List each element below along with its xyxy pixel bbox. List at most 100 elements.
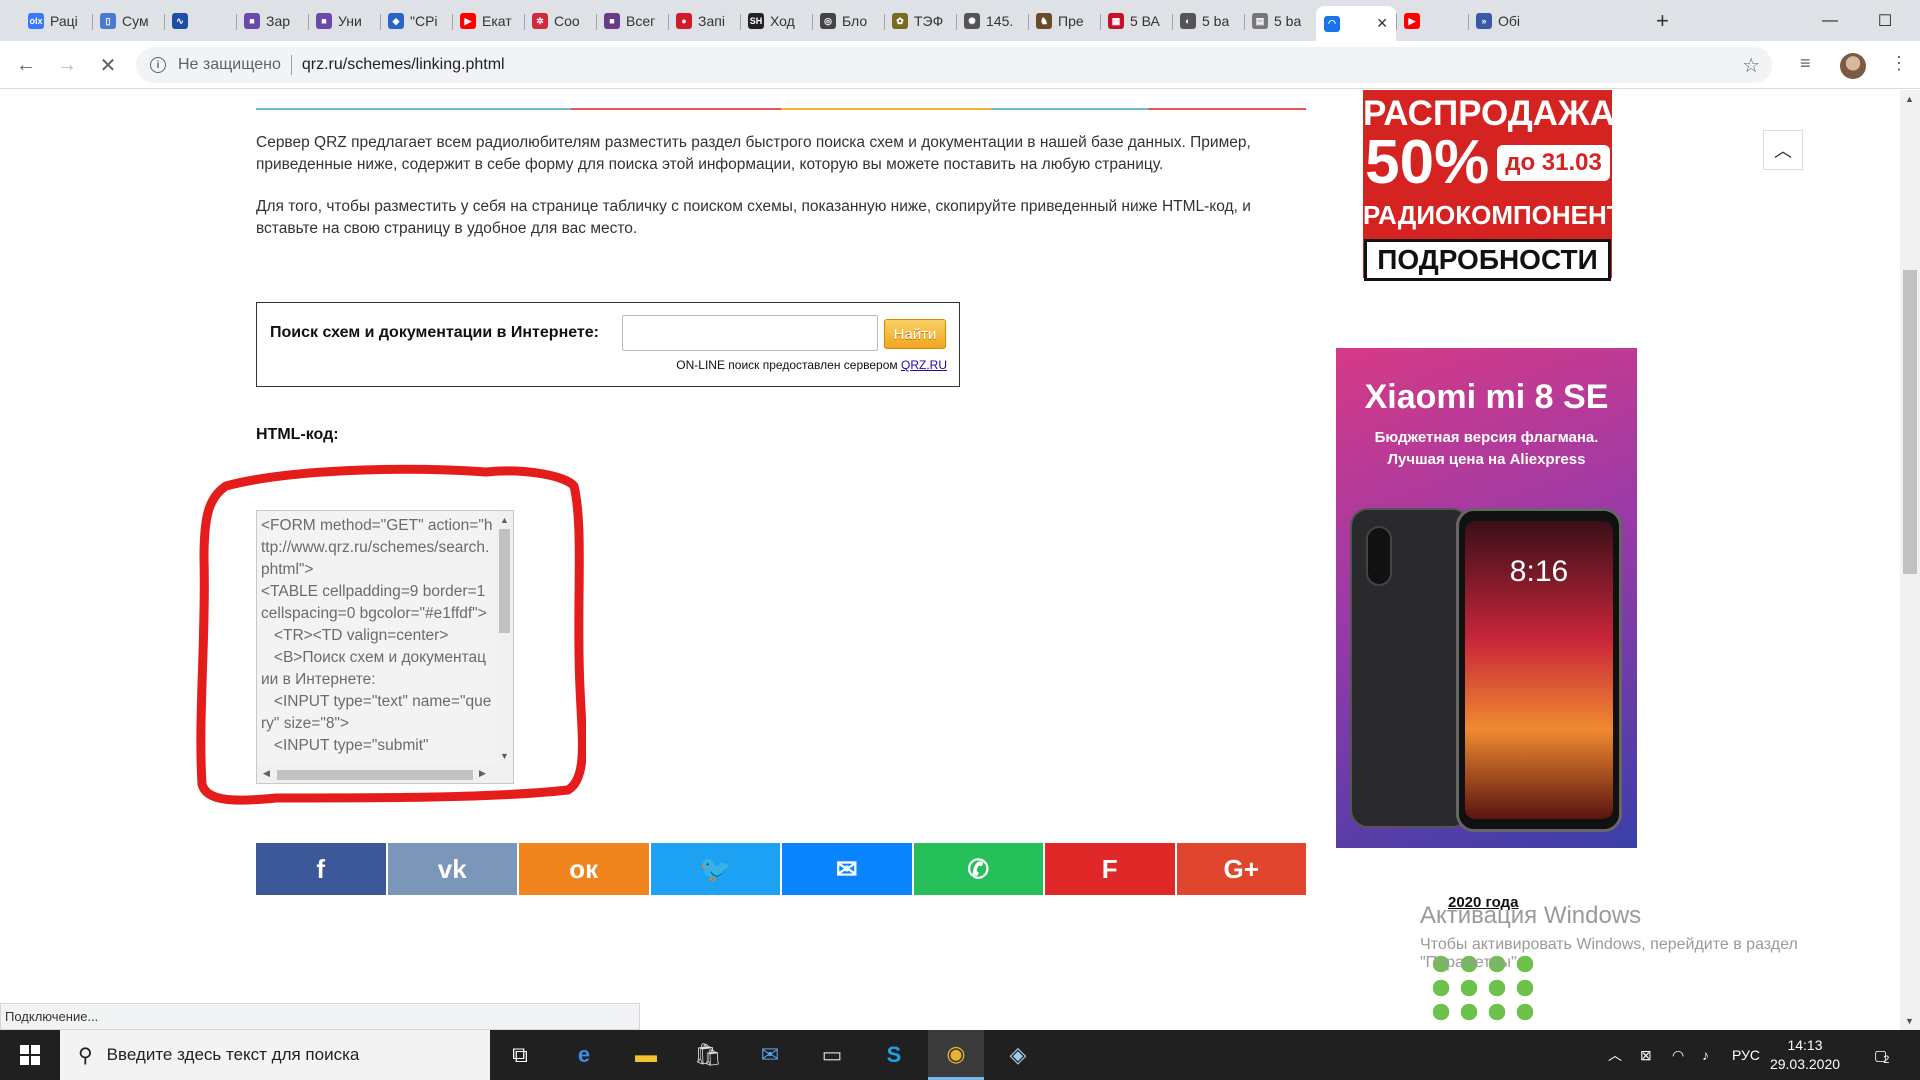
xiaomi-phone-ad[interactable]: Xiaomi mi 8 SE Бюджетная версия флагмана… [1336,348,1637,848]
odnoklassniki-icon: ок [569,853,599,884]
browser-tab[interactable]: ◐ 5 ba [1172,6,1244,36]
scroll-to-top-button[interactable]: ︿ [1763,130,1803,170]
plant-icon [1514,978,1536,998]
share-whatsapp-button[interactable]: ✆ [913,843,1043,895]
maximize-button[interactable]: ☐ [1855,0,1915,41]
terminal-icon[interactable]: ▭ [804,1030,860,1080]
search-widget-label: Поиск схем и документации в Интернете: [270,324,599,341]
store-icon[interactable]: 🛍 [680,1030,736,1080]
html-code-content: <FORM method="GET" action="http://www.qr… [261,517,493,754]
sale-category: РАДИОКОМПОНЕНТЫ [1363,200,1649,230]
plant-icon [1430,1002,1452,1022]
address-bar[interactable]: i Не защищено qrz.ru/schemes/linking.pht… [136,47,1772,83]
share-vk-button[interactable]: vk [387,843,517,895]
profile-avatar[interactable] [1840,53,1866,79]
browser-tab[interactable]: ▤ 5 ba [1244,6,1316,36]
browser-tab[interactable]: ◆ "СРі [380,6,452,36]
browser-tab[interactable]: ■ Всег [596,6,668,36]
browser-tab[interactable]: ∿ [164,6,236,36]
browser-tab[interactable]: ◠ ✕ [1316,6,1396,41]
browser-status-bar: Подключение... [0,1003,640,1030]
media-control-icon[interactable]: ≡ [1800,53,1811,74]
code-vertical-scrollbar[interactable]: ▲ ▼ [496,511,513,767]
taskbar-search-box[interactable]: ⚲ Введите здесь текст для поиска [60,1030,490,1080]
volume-icon[interactable]: ♪ [1702,1030,1709,1080]
share-flipboard-button[interactable]: F [1045,843,1175,895]
browser-tab[interactable]: ● Запі [668,6,740,36]
tab-title: Зар [266,13,291,29]
browser-tab[interactable]: ♞ Пре [1028,6,1100,36]
notification-center-icon[interactable]: ▢ 2 [1874,1030,1889,1080]
browser-tab[interactable]: olx Рацi [20,6,92,36]
close-tab-icon[interactable]: ✕ [1376,15,1388,32]
tab-title: ТЭФ [914,13,944,29]
share-facebook-button[interactable]: f [256,843,386,895]
browser-tab[interactable]: SH Ход [740,6,812,36]
scroll-up-arrow-icon[interactable]: ▲ [500,515,509,525]
edge-icon[interactable]: e [556,1030,612,1080]
app-icon[interactable]: ◈ [990,1030,1046,1080]
scroll-right-arrow-icon[interactable]: ▶ [479,768,486,779]
wifi-icon[interactable]: ◠ [1672,1030,1684,1080]
back-button[interactable]: ← [14,53,38,77]
browser-tab[interactable]: ◎ Бло [812,6,884,36]
page-scrollbar[interactable]: ▲ ▼ [1900,90,1920,1030]
code-vertical-thumb[interactable] [499,529,510,633]
twitter-icon: 🐦 [699,853,732,884]
browser-tab[interactable]: ▦ 5 ВА [1100,6,1172,36]
watermark-title: Активация Windows [1420,902,1642,929]
minimize-button[interactable]: — [1800,0,1860,41]
menu-icon[interactable]: ⋮ [1890,53,1908,74]
browser-tab[interactable]: » Обі [1468,6,1540,36]
share-odnoklassniki-button[interactable]: ок [519,843,649,895]
chrome-icon[interactable]: ◉ [928,1030,984,1080]
pulse-icon: ∿ [172,13,188,29]
header-rule [256,108,1306,110]
new-tab-button[interactable]: + [1656,8,1669,34]
browser-tab[interactable]: ■ Уни [308,6,380,36]
browser-tab[interactable]: ▶ [1396,6,1468,36]
page-scroll-thumb[interactable] [1903,270,1917,574]
bag-icon: ▯ [100,13,116,29]
square-icon: ■ [604,13,620,29]
code-horizontal-thumb[interactable] [277,770,473,780]
browser-tab[interactable]: ▯ Сум [92,6,164,36]
share-messenger-button[interactable]: ✉ [782,843,912,895]
qrz-link[interactable]: QRZ.RU [901,358,947,372]
show-hidden-icons[interactable]: ︿ [1608,1030,1622,1080]
code-horizontal-scrollbar[interactable]: ◀ ▶ [257,766,513,783]
url-text[interactable]: qrz.ru/schemes/linking.phtml [302,56,505,74]
stop-loading-button[interactable]: ✕ [96,53,120,77]
share-twitter-button[interactable]: 🐦 [650,843,780,895]
schematic-search-input[interactable] [622,315,878,351]
opera-icon: ● [676,13,692,29]
sale-details-button[interactable]: ПОДРОБНОСТИ [1364,239,1611,281]
browser-tab[interactable]: ✲ Соо [524,6,596,36]
browser-tab[interactable]: ✺ 145. [956,6,1028,36]
share-google-plus-button[interactable]: G+ [1176,843,1306,895]
skype-icon[interactable]: S [866,1030,922,1080]
scroll-down-arrow-icon[interactable]: ▼ [500,751,509,761]
forward-button[interactable]: → [55,53,79,77]
browser-tab[interactable]: ■ Зар [236,6,308,36]
language-indicator[interactable]: РУС [1732,1030,1760,1080]
info-icon[interactable]: i [150,57,166,73]
file-explorer-icon[interactable]: ▬ [618,1030,674,1080]
sale-banner-ad[interactable]: РАСПРОДАЖА 50% до 31.03 РАДИОКОМПОНЕНТЫ … [1363,90,1649,281]
html-code-textarea[interactable]: <FORM method="GET" action="http://www.qr… [256,510,514,784]
page-scroll-down-icon[interactable]: ▼ [1905,1016,1914,1026]
phone-ad-subtitle-line1: Бюджетная версия флагмана. [1374,429,1599,446]
mail-icon[interactable]: ✉ [742,1030,798,1080]
page-scroll-up-icon[interactable]: ▲ [1905,94,1914,104]
start-button[interactable] [0,1030,60,1080]
sh-icon: SH [748,13,764,29]
browser-tab[interactable]: ▶ Екат [452,6,524,36]
bookmark-star-icon[interactable]: ☆ [1742,53,1760,78]
taskbar-clock[interactable]: 14:13 29.03.2020 [1760,1036,1850,1074]
network-icon[interactable]: ⊠ [1640,1030,1652,1080]
find-button[interactable]: Найти [884,319,946,349]
task-view-icon[interactable]: ⧉ [492,1030,548,1080]
scroll-left-arrow-icon[interactable]: ◀ [263,768,270,779]
browser-tab[interactable]: ✿ ТЭФ [884,6,956,36]
phone-front-image: 8:16 [1456,508,1622,832]
